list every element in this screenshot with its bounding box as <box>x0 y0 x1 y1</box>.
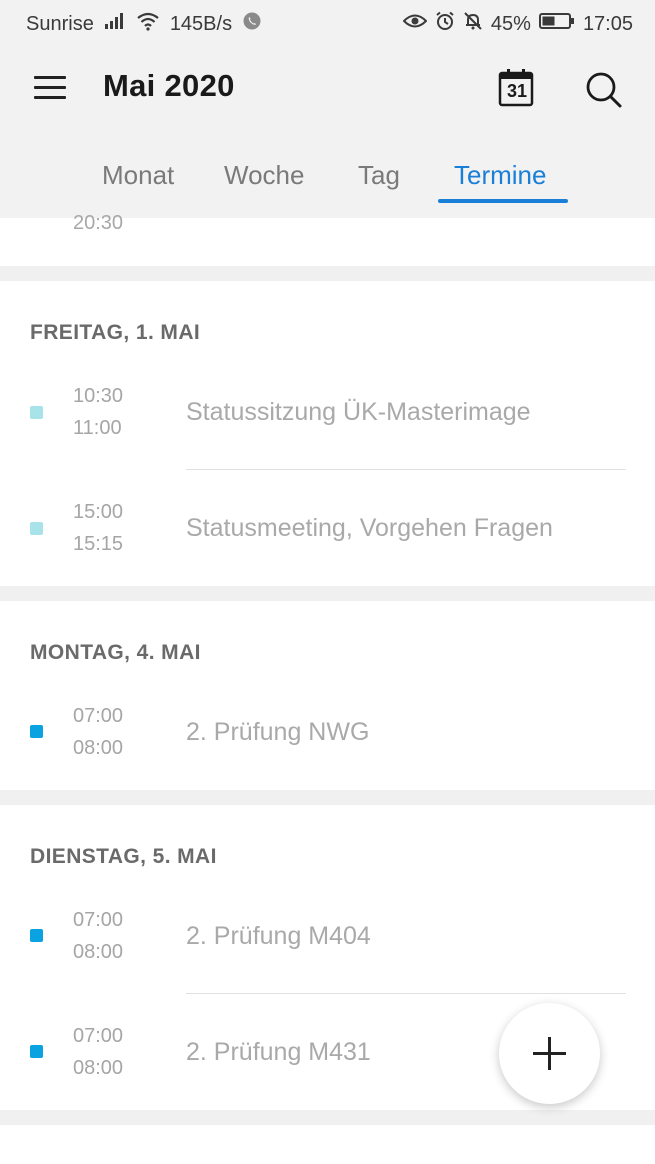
network-speed: 145B/s <box>169 12 233 35</box>
day-header: DIENSTAG, 5. MAI <box>30 845 217 868</box>
event-color-dot <box>30 522 43 535</box>
day-header: FREITAG, 1. MAI <box>30 321 201 344</box>
search-icon <box>586 72 622 108</box>
event-color-dot <box>30 929 43 942</box>
event-end-time: 11:00 <box>73 417 122 439</box>
app-bar: Mai 2020 31 Monat Woche Tag Termine <box>0 46 655 218</box>
event-end-time: 15:15 <box>73 533 124 555</box>
wifi-icon <box>136 11 160 37</box>
event-color-dot <box>30 406 43 419</box>
carrier-label: Sunrise <box>26 12 94 35</box>
event-start-time: 15:00 <box>73 501 124 523</box>
event-end-time: 08:00 <box>73 737 124 759</box>
event-end-time: 20:30 <box>73 212 124 234</box>
calendar-day-number: 31 <box>506 81 528 101</box>
search-button[interactable] <box>582 68 626 112</box>
day-card-monday: MONTAG, 4. MAI 07:00 08:00 2. Prüfung NW… <box>0 601 655 790</box>
day-card-friday: FREITAG, 1. MAI 10:30 11:00 Statussitzun… <box>0 281 655 586</box>
tab-termine[interactable]: Termine <box>454 160 546 191</box>
event-title[interactable]: 2. Prüfung M404 <box>186 922 371 951</box>
day-header: MONTAG, 4. MAI <box>30 641 201 664</box>
tab-monat[interactable]: Monat <box>102 160 174 191</box>
event-end-time: 08:00 <box>73 941 124 963</box>
event-start-time: 07:00 <box>73 909 124 931</box>
eye-icon <box>402 12 428 36</box>
menu-icon <box>34 76 66 79</box>
page-title: Mai 2020 <box>103 68 235 103</box>
active-tab-indicator <box>438 199 568 203</box>
event-title[interactable]: 2. Prüfung M431 <box>186 1038 371 1067</box>
view-tabs: Monat Woche Tag Termine <box>0 152 655 212</box>
bell-off-icon <box>463 11 483 37</box>
event-color-dot <box>30 725 43 738</box>
event-title[interactable]: Statussitzung ÜK-Masterimage <box>186 398 531 427</box>
add-event-button[interactable] <box>499 1003 600 1104</box>
tab-tag[interactable]: Tag <box>358 160 400 191</box>
today-button[interactable]: 31 <box>497 66 537 110</box>
menu-button[interactable] <box>30 72 70 104</box>
event-color-dot <box>30 1045 43 1058</box>
status-bar: Sunrise 145B/s 45% 17:05 <box>0 0 655 46</box>
day-card-next <box>0 1125 655 1164</box>
signal-icon <box>104 12 126 36</box>
event-divider <box>186 993 626 994</box>
event-title[interactable]: 2. Prüfung NWG <box>186 718 369 747</box>
event-end-time: 08:00 <box>73 1057 124 1079</box>
battery-percent: 45% <box>490 12 531 35</box>
event-start-time: 07:00 <box>73 1025 124 1047</box>
event-divider <box>186 469 626 470</box>
tab-woche[interactable]: Woche <box>224 160 304 191</box>
battery-icon <box>538 12 575 36</box>
event-start-time: 07:00 <box>73 705 124 727</box>
whatsapp-icon <box>242 11 262 37</box>
alarm-icon <box>435 11 455 37</box>
clock-time: 17:05 <box>582 12 633 35</box>
event-title[interactable]: Statusmeeting, Vorgehen Fragen <box>186 514 553 543</box>
event-start-time: 10:30 <box>73 385 124 407</box>
